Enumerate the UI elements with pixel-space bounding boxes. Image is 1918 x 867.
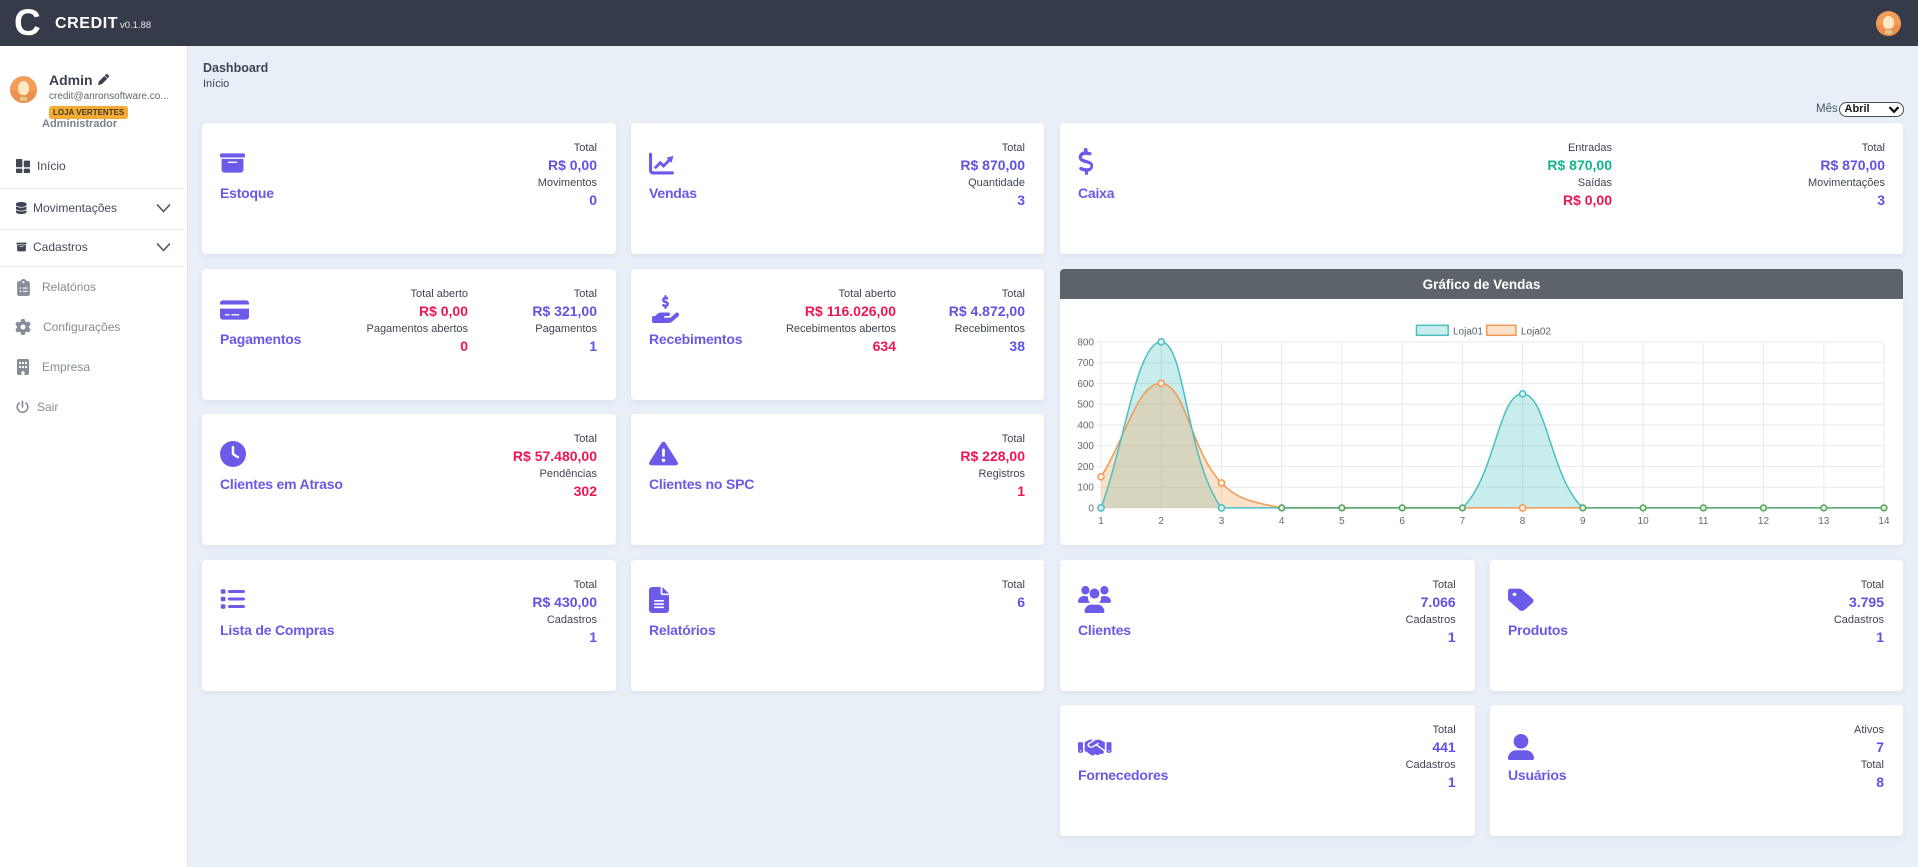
svg-text:200: 200 (1077, 461, 1094, 472)
svg-text:600: 600 (1077, 378, 1094, 389)
svg-text:0: 0 (1088, 503, 1094, 514)
svg-text:500: 500 (1077, 399, 1094, 410)
svg-text:300: 300 (1077, 441, 1094, 452)
svg-text:100: 100 (1077, 482, 1094, 493)
svg-text:1: 1 (1098, 516, 1104, 527)
svg-text:11: 11 (1698, 516, 1709, 527)
svg-text:9: 9 (1580, 516, 1586, 527)
svg-text:5: 5 (1339, 516, 1345, 527)
svg-text:7: 7 (1460, 516, 1466, 527)
svg-text:8: 8 (1520, 516, 1526, 527)
svg-text:14: 14 (1878, 516, 1890, 527)
svg-text:Loja02: Loja02 (1521, 326, 1551, 337)
svg-text:800: 800 (1077, 337, 1094, 348)
svg-text:700: 700 (1077, 358, 1094, 369)
svg-text:6: 6 (1399, 516, 1405, 527)
svg-text:3: 3 (1219, 516, 1225, 527)
svg-text:10: 10 (1638, 516, 1650, 527)
svg-text:2: 2 (1158, 516, 1164, 527)
svg-text:12: 12 (1758, 516, 1770, 527)
svg-text:Loja01: Loja01 (1453, 326, 1483, 337)
svg-text:13: 13 (1818, 516, 1830, 527)
svg-text:4: 4 (1279, 516, 1285, 527)
svg-text:400: 400 (1077, 420, 1094, 431)
